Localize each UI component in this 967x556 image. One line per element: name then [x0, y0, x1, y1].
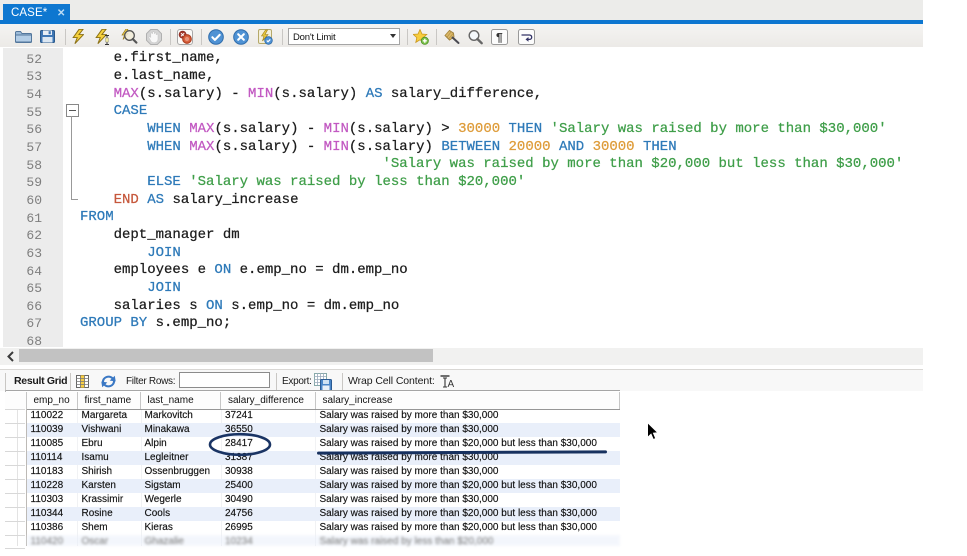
svg-text:¶: ¶ [496, 31, 503, 45]
svg-text:A: A [448, 379, 455, 388]
